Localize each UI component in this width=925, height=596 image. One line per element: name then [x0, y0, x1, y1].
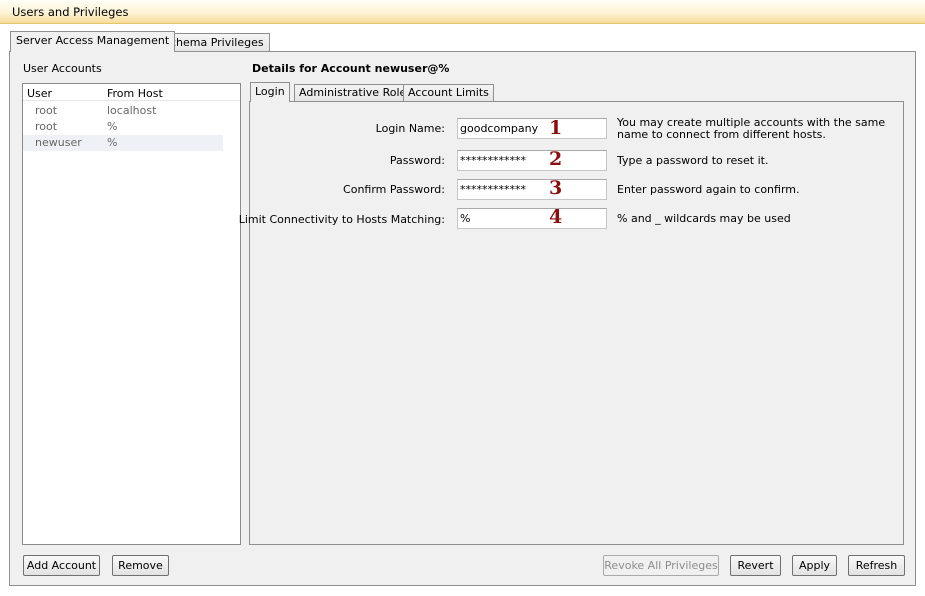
callout-marker-1: 1	[549, 117, 563, 139]
details-title: Details for Account newuser@%	[252, 62, 450, 75]
host-cell: localhost	[107, 104, 157, 117]
callout-marker-4: 4	[549, 206, 563, 228]
confirm-password-help: Enter password again to confirm.	[617, 183, 800, 196]
limit-hosts-help: % and _ wildcards may be used	[617, 212, 791, 225]
tab-label: Account Limits	[408, 86, 489, 99]
column-header-from-host[interactable]: From Host	[107, 87, 163, 100]
login-name-help: You may create multiple accounts with th…	[617, 116, 886, 141]
revoke-all-privileges-button[interactable]: Revoke All Privileges	[603, 555, 719, 576]
column-header-user[interactable]: User	[27, 87, 52, 100]
password-value: ************	[460, 154, 526, 167]
remove-button[interactable]: Remove	[112, 555, 169, 576]
login-name-value: goodcompany	[460, 122, 539, 135]
password-input[interactable]: ************	[457, 150, 607, 171]
user-row-root-any[interactable]: root %	[23, 119, 223, 135]
host-cell: %	[107, 136, 118, 149]
login-name-input[interactable]: goodcompany	[457, 118, 607, 139]
confirm-password-input[interactable]: ************	[457, 179, 607, 200]
tab-label: Administrative Roles	[299, 86, 412, 99]
user-cell: newuser	[35, 136, 82, 149]
tab-administrative-roles[interactable]: Administrative Roles	[294, 84, 417, 101]
password-help: Type a password to reset it.	[617, 154, 769, 167]
confirm-password-label: Confirm Password:	[343, 183, 445, 196]
tab-label: Server Access Management	[16, 34, 170, 47]
tab-label: Login	[255, 85, 285, 98]
add-account-button[interactable]: Add Account	[23, 555, 100, 576]
tab-account-limits[interactable]: Account Limits	[403, 84, 494, 101]
user-row-root-localhost[interactable]: root localhost	[23, 103, 223, 119]
tab-login[interactable]: Login	[250, 82, 290, 102]
user-cell: root	[35, 120, 58, 133]
revert-button[interactable]: Revert	[730, 555, 781, 576]
window-title-bar: Users and Privileges	[0, 0, 925, 24]
tab-server-access-management[interactable]: Server Access Management	[10, 31, 176, 52]
user-accounts-title: User Accounts	[23, 62, 102, 75]
window-title: Users and Privileges	[12, 5, 129, 19]
confirm-password-value: ************	[460, 183, 526, 196]
user-accounts-header: User From Host	[23, 86, 240, 101]
user-accounts-list[interactable]: User From Host root localhost root % new…	[22, 83, 241, 545]
limit-hosts-value: %	[460, 212, 471, 225]
callout-marker-3: 3	[549, 177, 563, 199]
login-name-label: Login Name:	[375, 122, 445, 135]
host-cell: %	[107, 120, 118, 133]
password-label: Password:	[389, 154, 445, 167]
tab-label: Schema Privileges	[163, 36, 264, 49]
login-panel: Login Name: goodcompany 1 You may create…	[239, 101, 904, 545]
user-row-newuser[interactable]: newuser %	[23, 135, 223, 151]
user-cell: root	[35, 104, 58, 117]
callout-marker-2: 2	[549, 148, 563, 170]
limit-hosts-label: Limit Connectivity to Hosts Matching:	[238, 213, 445, 226]
limit-hosts-input[interactable]: %	[457, 208, 607, 229]
server-access-panel: User Accounts User From Host root localh…	[9, 51, 916, 586]
refresh-button[interactable]: Refresh	[848, 555, 905, 576]
apply-button[interactable]: Apply	[792, 555, 837, 576]
